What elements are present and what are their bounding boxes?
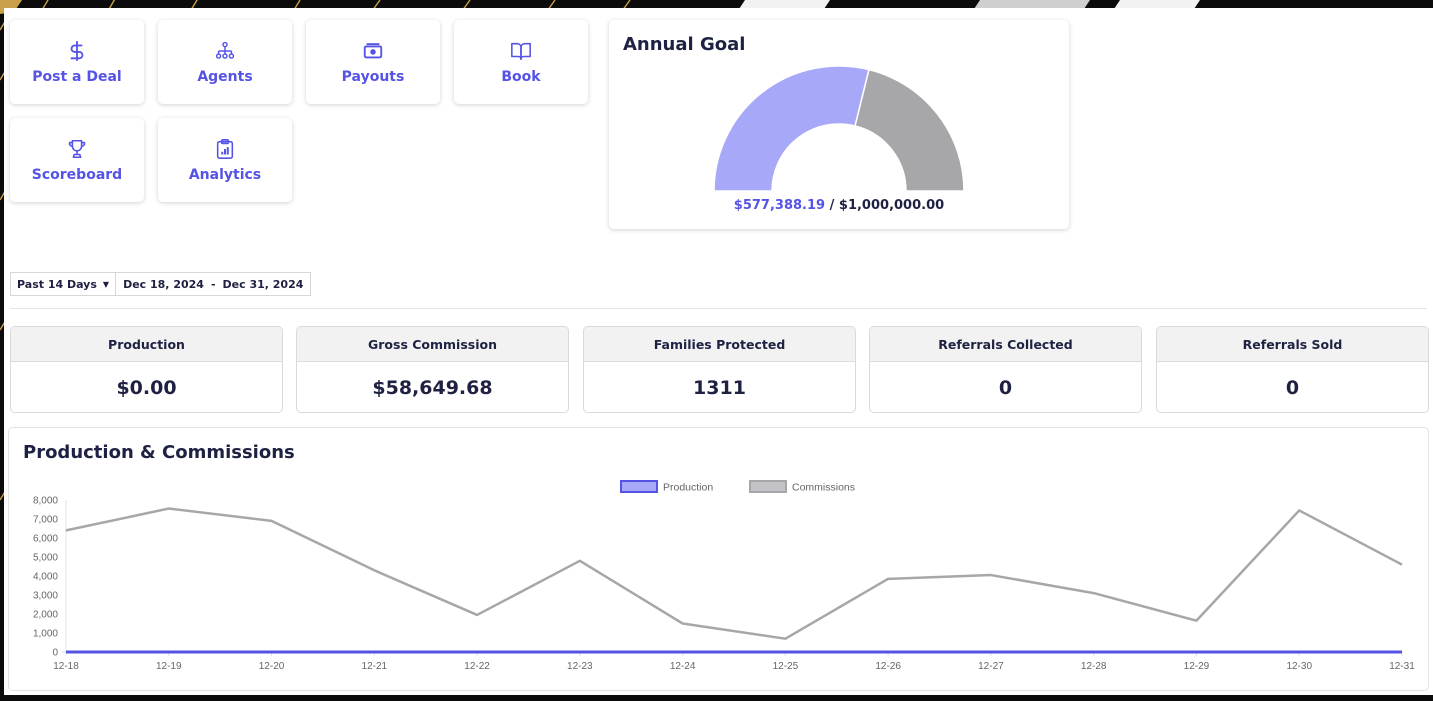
y-tick-label: 3,000: [33, 591, 58, 602]
cash-icon: [362, 40, 384, 62]
y-tick-label: 1,000: [33, 629, 58, 640]
stat-label: Families Protected: [584, 327, 855, 362]
goal-target-value: $1,000,000.00: [838, 198, 945, 213]
annual-goal-title: Annual Goal: [623, 34, 746, 55]
goal-separator: /: [825, 198, 839, 213]
date-range-start: Dec 18, 2024: [123, 277, 204, 291]
x-tick-label: 12-22: [464, 661, 490, 672]
x-tick-label: 12-20: [259, 661, 285, 672]
x-tick-label: 12-29: [1184, 661, 1210, 672]
x-tick-label: 12-19: [156, 661, 182, 672]
payouts-button[interactable]: Payouts: [306, 20, 440, 104]
x-tick-label: 12-31: [1389, 661, 1415, 672]
x-tick-label: 12-24: [670, 661, 696, 672]
stat-card-production: Production $0.00: [10, 326, 283, 413]
y-tick-label: 0: [52, 648, 58, 659]
annual-goal-card: Annual Goal $577,388.19 / $1,000,000.00: [609, 20, 1069, 229]
analytics-label: Analytics: [188, 166, 262, 183]
stat-label: Production: [11, 327, 282, 362]
org-chart-icon: [214, 40, 236, 62]
stat-label: Gross Commission: [297, 327, 568, 362]
goal-current-value: $577,388.19: [733, 198, 826, 213]
x-tick-label: 12-27: [978, 661, 1004, 672]
stat-value: 0: [998, 376, 1013, 399]
stat-value: 0: [1285, 376, 1300, 399]
post-a-deal-label: Post a Deal: [32, 68, 122, 85]
section-divider: [10, 308, 1427, 309]
series-line-commissions: [65, 507, 1403, 640]
x-tick-label: 12-26: [875, 661, 901, 672]
date-range-input[interactable]: Dec 18, 2024 - Dec 31, 2024: [116, 272, 312, 296]
production-commissions-chart-card: 0 1,000 2,000 3,000 4,000 5,000 6,000 7,000 8,00…: [8, 427, 1429, 691]
stat-card-referrals-collected: Referrals Collected 0: [869, 326, 1142, 413]
stat-card-families-protected: Families Protected 1311: [583, 326, 856, 413]
y-tick-label: 2,000: [33, 610, 58, 621]
book-label: Book: [501, 68, 541, 85]
production-commissions-chart: 0 1,000 2,000 3,000 4,000 5,000 6,000 7,000 8,00…: [33, 480, 1415, 672]
y-tick-label: 6,000: [33, 534, 58, 545]
y-tick-label: 4,000: [33, 572, 58, 583]
clipboard-chart-icon: [214, 138, 236, 160]
stat-value: $0.00: [116, 376, 177, 399]
trophy-icon: [66, 138, 88, 160]
agents-label: Agents: [197, 68, 253, 85]
dashboard-content: Post a Deal Agents Payouts Book Scoreboa…: [4, 8, 1433, 695]
book-button[interactable]: Book: [454, 20, 588, 104]
stat-card-gross-commission: Gross Commission $58,649.68: [296, 326, 569, 413]
scoreboard-label: Scoreboard: [31, 166, 123, 183]
x-tick-label: 12-28: [1081, 661, 1107, 672]
x-tick-label: 12-23: [567, 661, 593, 672]
caret-down-icon: ▼: [102, 279, 110, 289]
gauge-remaining-arc: [854, 68, 965, 192]
stat-value: 1311: [693, 376, 746, 399]
date-range-end: Dec 31, 2024: [222, 277, 304, 291]
analytics-button[interactable]: Analytics: [158, 118, 292, 202]
stat-label: Referrals Sold: [1157, 327, 1428, 362]
legend-swatch-commissions: [749, 480, 787, 493]
agents-button[interactable]: Agents: [158, 20, 292, 104]
date-range-preset-label: Past 14 Days: [17, 277, 97, 291]
legend-label-production: Production: [663, 482, 713, 494]
gauge-progress-arc: [713, 65, 870, 192]
x-tick-label: 12-25: [773, 661, 799, 672]
date-range-preset-dropdown[interactable]: Past 14 Days ▼: [10, 272, 117, 296]
chart-title: Production & Commissions: [23, 442, 295, 463]
stat-value: $58,649.68: [372, 376, 493, 399]
annual-goal-values: $577,388.19 / $1,000,000.00: [609, 198, 1069, 213]
y-tick-label: 7,000: [33, 515, 58, 526]
post-a-deal-button[interactable]: Post a Deal: [10, 20, 144, 104]
y-tick-label: 8,000: [33, 496, 58, 507]
date-range-separator: -: [210, 277, 216, 291]
x-tick-label: 12-30: [1286, 661, 1312, 672]
legend-swatch-production: [620, 480, 658, 493]
dollar-icon: [66, 40, 88, 62]
scoreboard-button[interactable]: Scoreboard: [10, 118, 144, 202]
x-tick-label: 12-21: [362, 661, 388, 672]
x-tick-label: 12-18: [53, 661, 79, 672]
date-range-picker: Past 14 Days ▼ Dec 18, 2024 - Dec 31, 20…: [10, 272, 312, 296]
legend-label-commissions: Commissions: [792, 482, 855, 494]
y-tick-label: 5,000: [33, 553, 58, 564]
book-icon: [510, 40, 532, 62]
stat-label: Referrals Collected: [870, 327, 1141, 362]
stat-card-referrals-sold: Referrals Sold 0: [1156, 326, 1429, 413]
payouts-label: Payouts: [341, 68, 405, 85]
